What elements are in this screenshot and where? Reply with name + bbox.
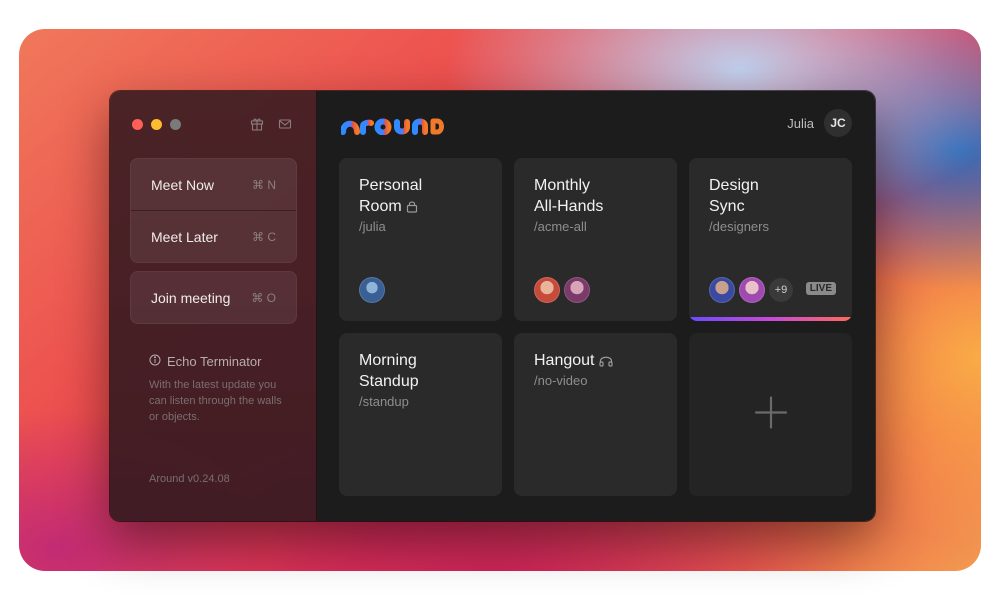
participant-avatars: +9 [709, 277, 793, 303]
join-group: Join meeting ⌘ O [130, 271, 297, 324]
live-badge: LIVE [805, 282, 836, 295]
room-card-standup[interactable]: Morning Standup /standup [339, 333, 502, 496]
room-title: Morning Standup [359, 352, 419, 390]
participant-avatar [534, 277, 560, 303]
live-indicator-bar [689, 317, 852, 321]
plus-icon [754, 395, 788, 434]
room-title: Personal Room [359, 175, 484, 219]
app-window: Meet Now ⌘ N Meet Later ⌘ C Join meeting… [110, 91, 875, 521]
join-meeting-label: Join meeting [151, 289, 231, 306]
around-logo-mark [340, 118, 444, 136]
meet-later-button[interactable]: Meet Later ⌘ C [131, 210, 296, 262]
meet-later-shortcut: ⌘ C [252, 229, 276, 244]
room-title-text: Hangout [534, 352, 595, 369]
room-slug: /standup [359, 394, 409, 409]
join-meeting-button[interactable]: Join meeting ⌘ O [131, 272, 296, 323]
around-logo [340, 115, 447, 140]
lock-icon [406, 198, 418, 219]
room-slug: /acme-all [534, 219, 587, 234]
maximize-window-button[interactable] [170, 119, 181, 130]
meeting-actions: Meet Now ⌘ N Meet Later ⌘ C [130, 158, 297, 263]
participant-avatar [709, 277, 735, 303]
meet-now-shortcut: ⌘ N [252, 177, 276, 192]
meet-now-label: Meet Now [151, 176, 215, 193]
participant-avatar [359, 277, 385, 303]
meet-now-button[interactable]: Meet Now ⌘ N [131, 159, 296, 210]
participant-avatars [534, 277, 590, 303]
participant-avatars [359, 277, 385, 303]
update-info-title: Echo Terminator [149, 354, 261, 369]
meet-later-label: Meet Later [151, 228, 218, 245]
user-name: Julia [787, 115, 814, 131]
participant-avatar [564, 277, 590, 303]
add-room-card[interactable] [689, 333, 852, 496]
sidebar-toolbar [250, 117, 292, 131]
user-avatar[interactable]: JC [824, 109, 852, 137]
room-slug: /julia [359, 219, 386, 234]
minimize-window-button[interactable] [151, 119, 162, 130]
room-card-personal[interactable]: Personal Room /julia [339, 158, 502, 321]
sidebar: Meet Now ⌘ N Meet Later ⌘ C Join meeting… [110, 91, 317, 521]
window-controls [132, 119, 181, 130]
update-title-text: Echo Terminator [167, 354, 262, 369]
info-icon [149, 354, 161, 369]
update-info-text: With the latest update you can listen th… [149, 379, 282, 423]
gift-icon[interactable] [250, 117, 264, 131]
room-slug: /designers [709, 219, 769, 234]
app-version: Around v0.24.08 [149, 473, 230, 485]
room-title: Design Sync [709, 177, 759, 215]
participant-avatar [739, 277, 765, 303]
join-meeting-shortcut: ⌘ O [251, 290, 276, 305]
room-title: Hangout [534, 350, 659, 373]
headphones-icon [598, 352, 613, 373]
room-slug: /no-video [534, 373, 588, 388]
room-card-hangout[interactable]: Hangout /no-video [514, 333, 677, 496]
room-title: Monthly All-Hands [534, 177, 604, 215]
main-panel: Julia JC Personal Room /julia Monthly Al… [317, 91, 875, 521]
more-participants-count: +9 [769, 278, 793, 302]
close-window-button[interactable] [132, 119, 143, 130]
room-card-design[interactable]: Design Sync /designers +9 LIVE [689, 158, 852, 321]
room-card-monthly[interactable]: Monthly All-Hands /acme-all [514, 158, 677, 321]
user-menu[interactable]: Julia JC [787, 109, 852, 137]
mail-icon[interactable] [278, 117, 292, 131]
